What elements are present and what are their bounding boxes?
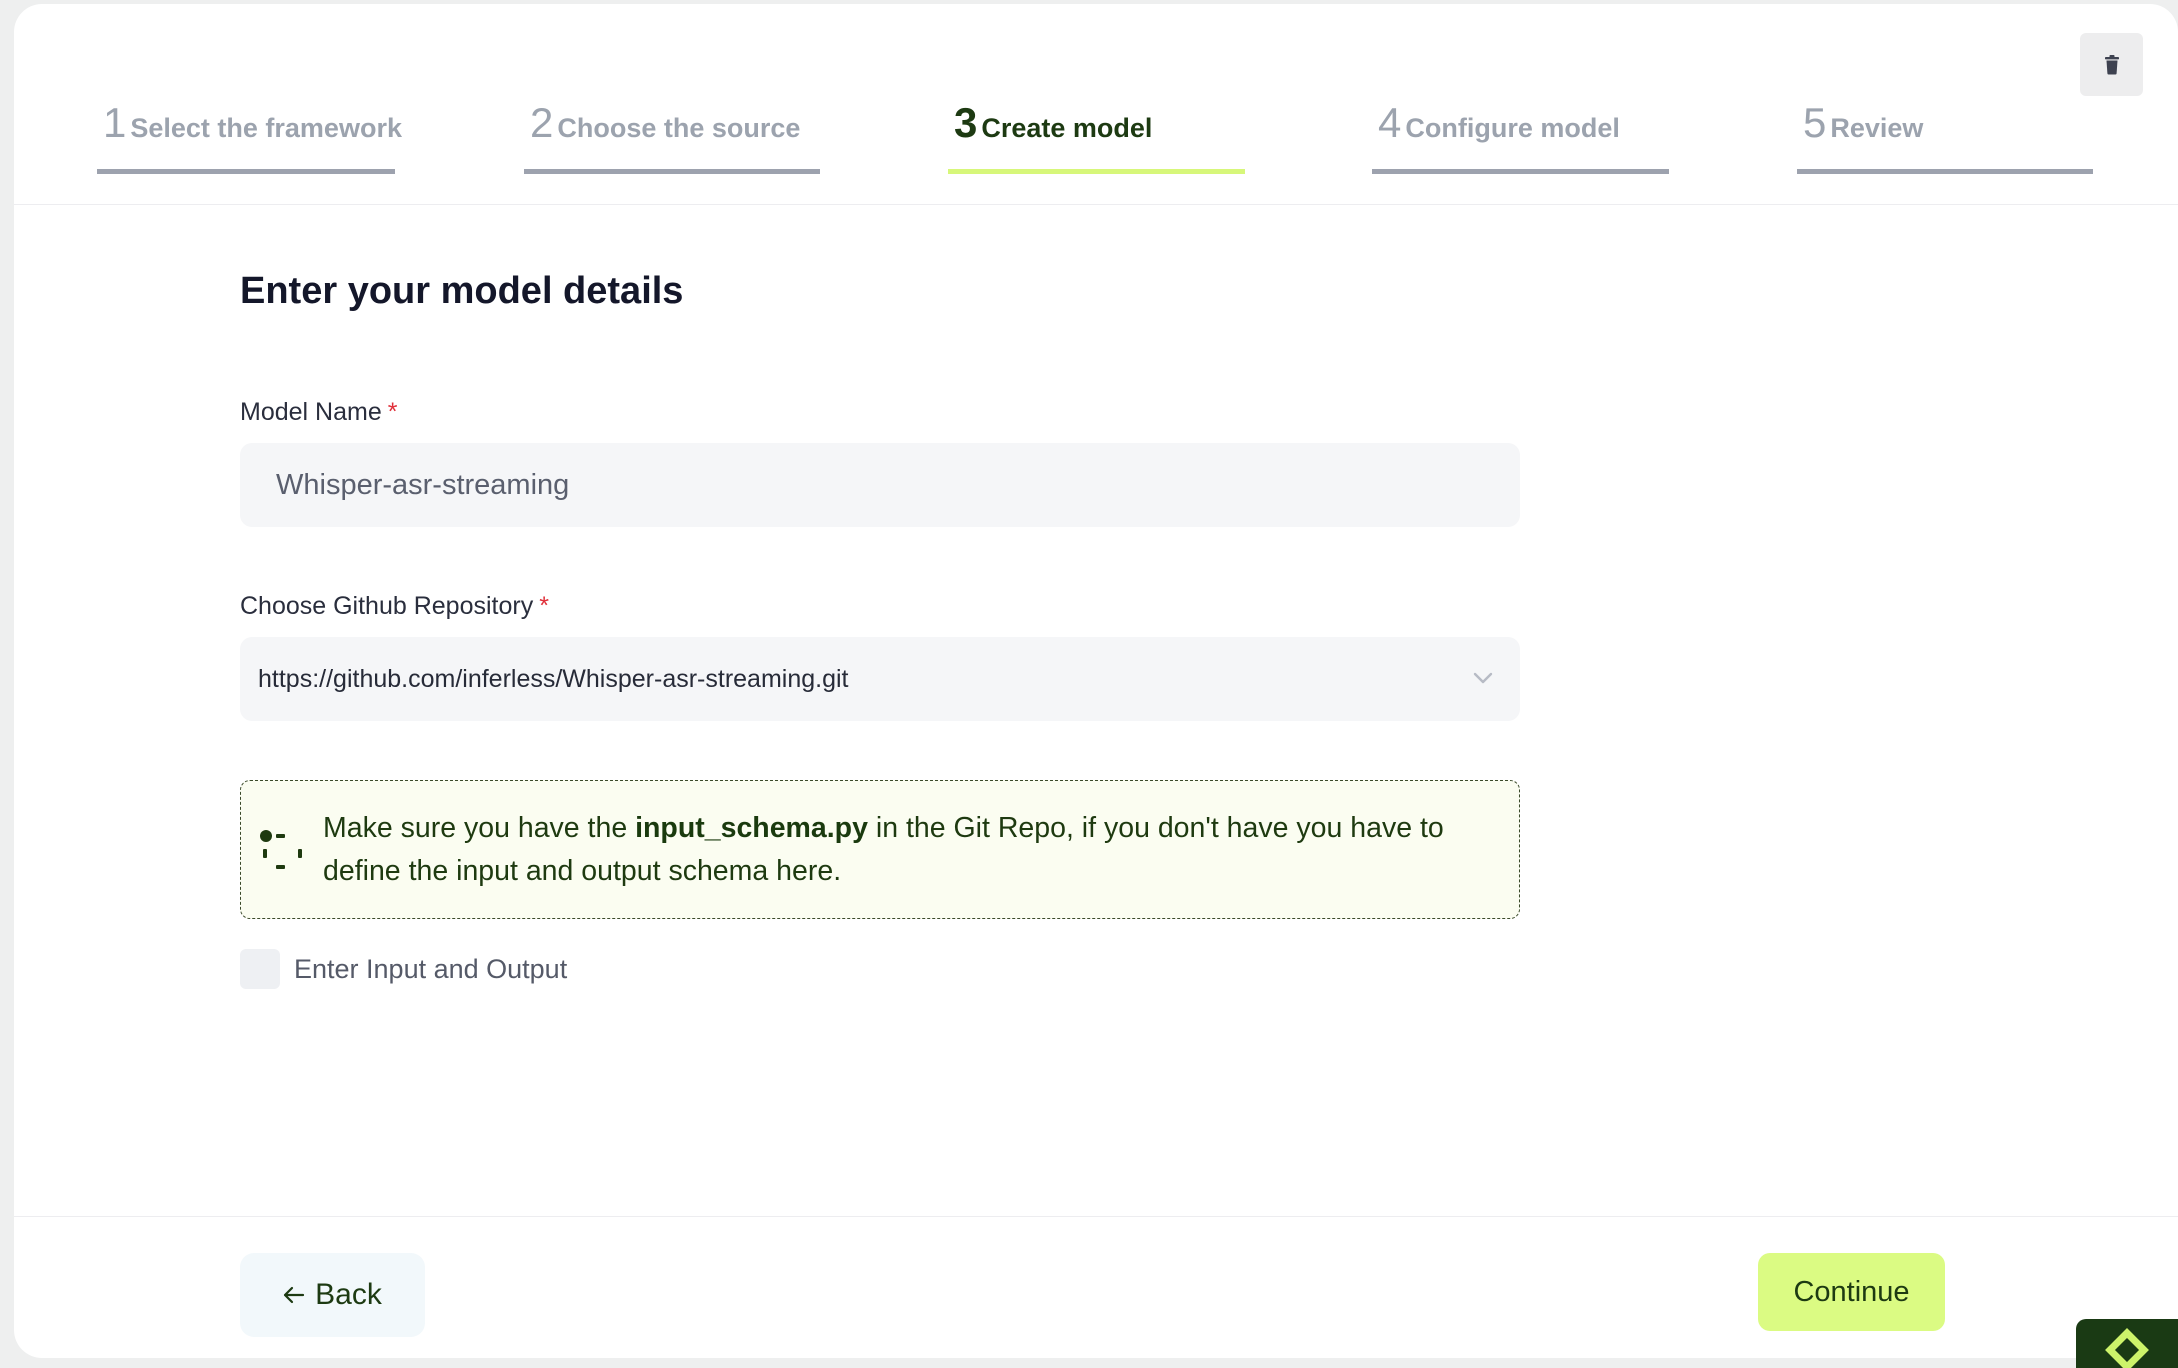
notice-highlight: input_schema.py — [635, 812, 868, 844]
model-name-label-text: Model Name — [240, 398, 382, 426]
model-name-value: Whisper-asr-streaming — [276, 468, 570, 501]
footer: Back Continue — [14, 1216, 2178, 1359]
step-choose-source[interactable]: 2 Choose the source — [524, 102, 820, 174]
step-label: Create model — [981, 113, 1153, 143]
back-label: Back — [315, 1278, 382, 1311]
dots-loader-icon — [260, 830, 302, 869]
delete-button[interactable] — [2080, 33, 2143, 96]
continue-label: Continue — [1793, 1275, 1910, 1308]
step-label: Select the framework — [130, 113, 402, 143]
step-number: 2 — [530, 99, 554, 146]
diamond-logo-icon — [2105, 1328, 2149, 1368]
step-select-framework[interactable]: 1 Select the framework — [97, 99, 402, 174]
io-checkbox-row[interactable]: Enter Input and Output — [240, 948, 567, 990]
back-button[interactable]: Back — [240, 1253, 425, 1337]
repository-select[interactable]: https://github.com/inferless/Whisper-asr… — [240, 637, 1520, 721]
repository-label: Choose Github Repository * — [240, 592, 549, 621]
required-mark: * — [387, 398, 398, 426]
model-name-label: Model Name * — [240, 398, 397, 427]
required-mark: * — [539, 592, 549, 620]
wizard-card: 1 Select the framework 2 Choose the source… — [14, 4, 2178, 1358]
arrow-left-icon — [284, 1286, 305, 1304]
io-checkbox-label[interactable]: Enter Input and Output — [294, 954, 567, 985]
step-create-model[interactable]: 3 Create model — [948, 102, 1245, 174]
notice-text-before: Make sure you have the — [323, 812, 636, 844]
step-label: Review — [1830, 113, 1924, 143]
help-widget-button[interactable] — [2076, 1319, 2178, 1368]
continue-button[interactable]: Continue — [1758, 1253, 1945, 1331]
step-review[interactable]: 5 Review — [1797, 102, 2093, 174]
model-name-input[interactable]: Whisper-asr-streaming — [240, 443, 1520, 527]
notice-text: Make sure you have the input_schema.py i… — [323, 807, 1483, 893]
chevron-down-icon — [1473, 672, 1493, 684]
repository-label-text: Choose Github Repository — [240, 592, 534, 620]
step-number: 5 — [1803, 99, 1827, 146]
step-label: Configure model — [1405, 113, 1620, 143]
step-label: Choose the source — [557, 113, 801, 143]
trash-icon — [2104, 54, 2119, 74]
io-checkbox[interactable] — [240, 949, 280, 989]
stepper: 1 Select the framework 2 Choose the source… — [14, 4, 2178, 205]
step-number: 1 — [103, 99, 127, 146]
step-number: 3 — [954, 99, 978, 146]
schema-notice: Make sure you have the input_schema.py i… — [240, 780, 1520, 919]
repository-value: https://github.com/inferless/Whisper-asr… — [258, 664, 849, 693]
step-configure-model[interactable]: 4 Configure model — [1372, 102, 1669, 174]
page-title: Enter your model details — [240, 270, 684, 312]
step-number: 4 — [1378, 99, 1402, 146]
